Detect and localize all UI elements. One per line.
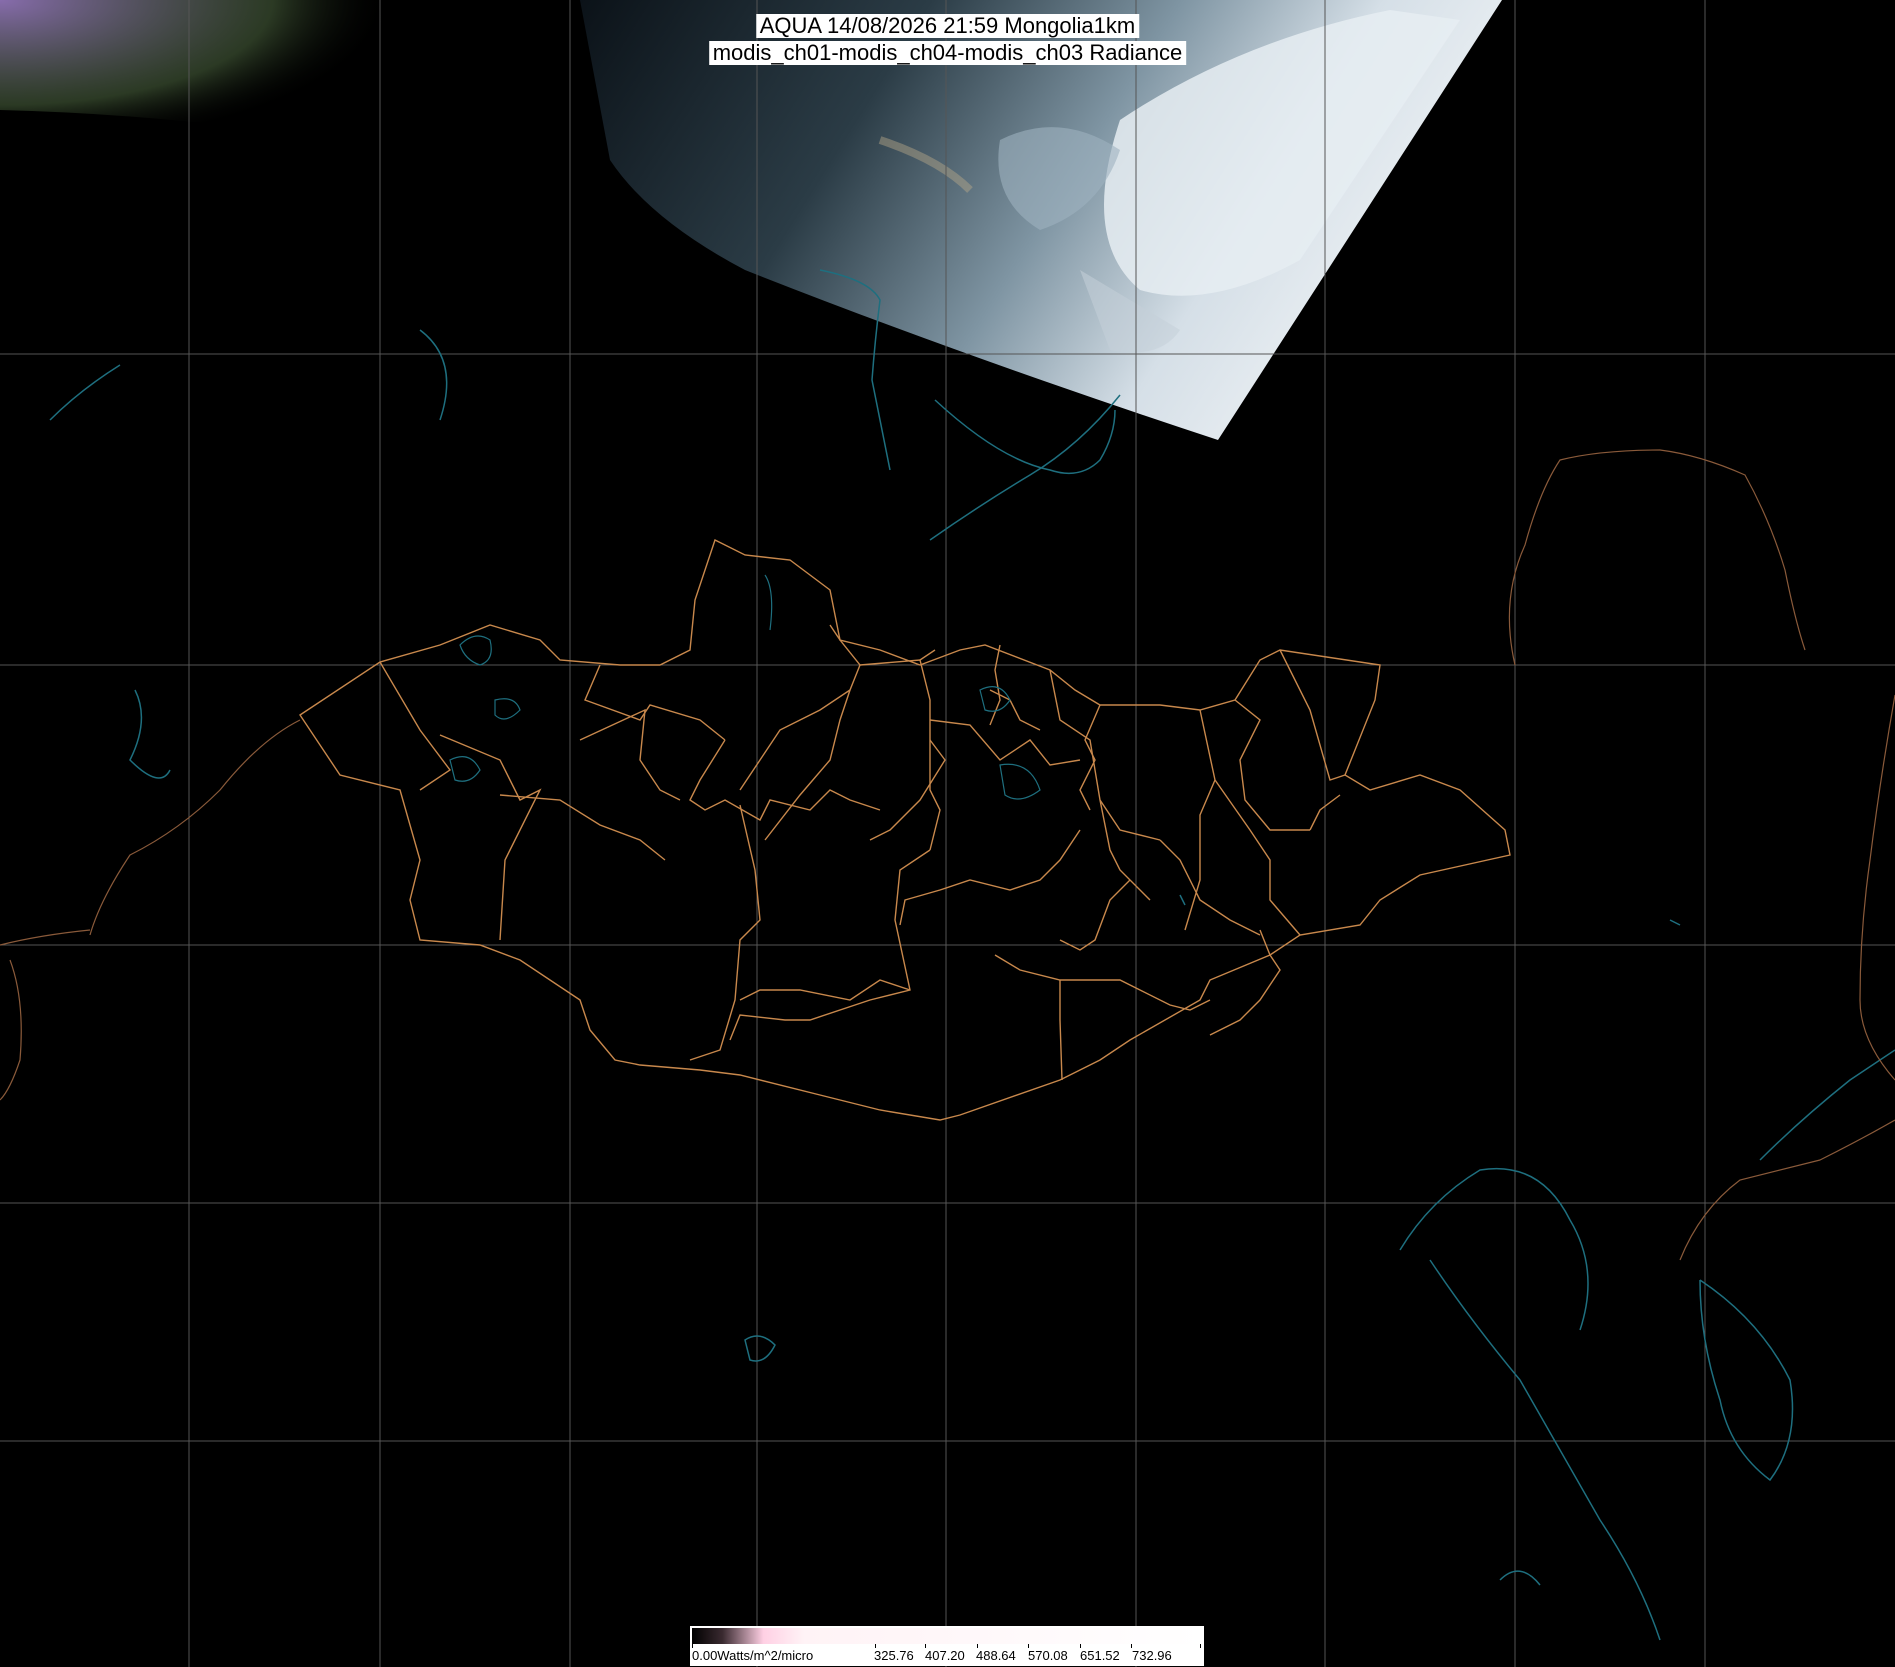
colorbar-labels: 0.00Watts/m^2/micro 325.76 407.20 488.64… — [692, 1648, 1202, 1664]
colorbar-label: 407.20 — [925, 1648, 965, 1663]
map-title: AQUA 14/08/2026 21:59 Mongolia1km — [755, 14, 1140, 38]
map-subtitle: modis_ch01-modis_ch04-modis_ch03 Radianc… — [708, 41, 1187, 65]
satellite-map — [0, 0, 1895, 1667]
colorbar-label: 488.64 — [976, 1648, 1016, 1663]
colorbar-label: 570.08 — [1028, 1648, 1068, 1663]
colorbar-label: 0.00Watts/m^2/micro — [692, 1648, 814, 1663]
colorbar-ramp — [692, 1628, 1202, 1644]
colorbar-label: 651.52 — [1080, 1648, 1120, 1663]
colorbar-label: 325.76 — [874, 1648, 914, 1663]
colorbar-label: 732.96 — [1132, 1648, 1172, 1663]
colorbar: 0.00Watts/m^2/micro 325.76 407.20 488.64… — [690, 1626, 1204, 1666]
